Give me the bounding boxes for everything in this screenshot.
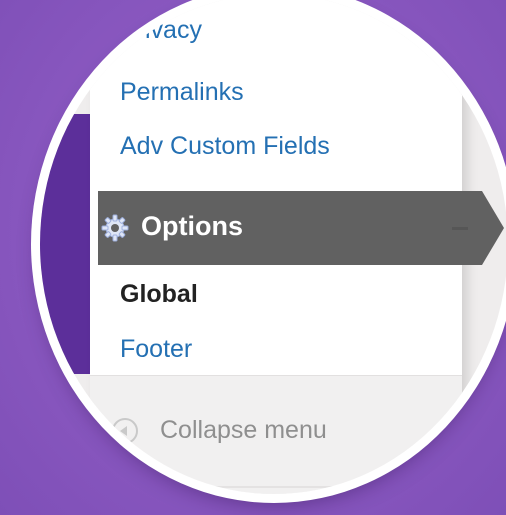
- menu-separator: [452, 227, 468, 230]
- collapse-menu-button[interactable]: Collapse menu: [160, 416, 327, 445]
- menu-item-privacy[interactable]: Privacy: [120, 16, 202, 45]
- menu-divider: [120, 486, 420, 488]
- collapse-menu-area: Collapse menu: [90, 375, 462, 494]
- collapse-arrow-icon[interactable]: [112, 418, 138, 444]
- menu-item-permalinks[interactable]: Permalinks: [120, 78, 244, 107]
- submenu-item-footer[interactable]: Footer: [120, 335, 192, 364]
- active-item-pointer: [482, 191, 504, 265]
- gear-icon: [101, 214, 129, 242]
- menu-item-adv-custom-fields[interactable]: Adv Custom Fields: [120, 132, 330, 161]
- menu-item-options-label: Options: [141, 211, 243, 241]
- options-submenu: Global Footer: [90, 265, 462, 375]
- magnifier-lens: Privacy Permalinks Adv Custom Fields Opt…: [40, 0, 506, 494]
- submenu-item-global[interactable]: Global: [120, 280, 198, 309]
- admin-menu-zoomed: Privacy Permalinks Adv Custom Fields Opt…: [40, 0, 506, 494]
- sidebar-accent-strip: [40, 114, 90, 374]
